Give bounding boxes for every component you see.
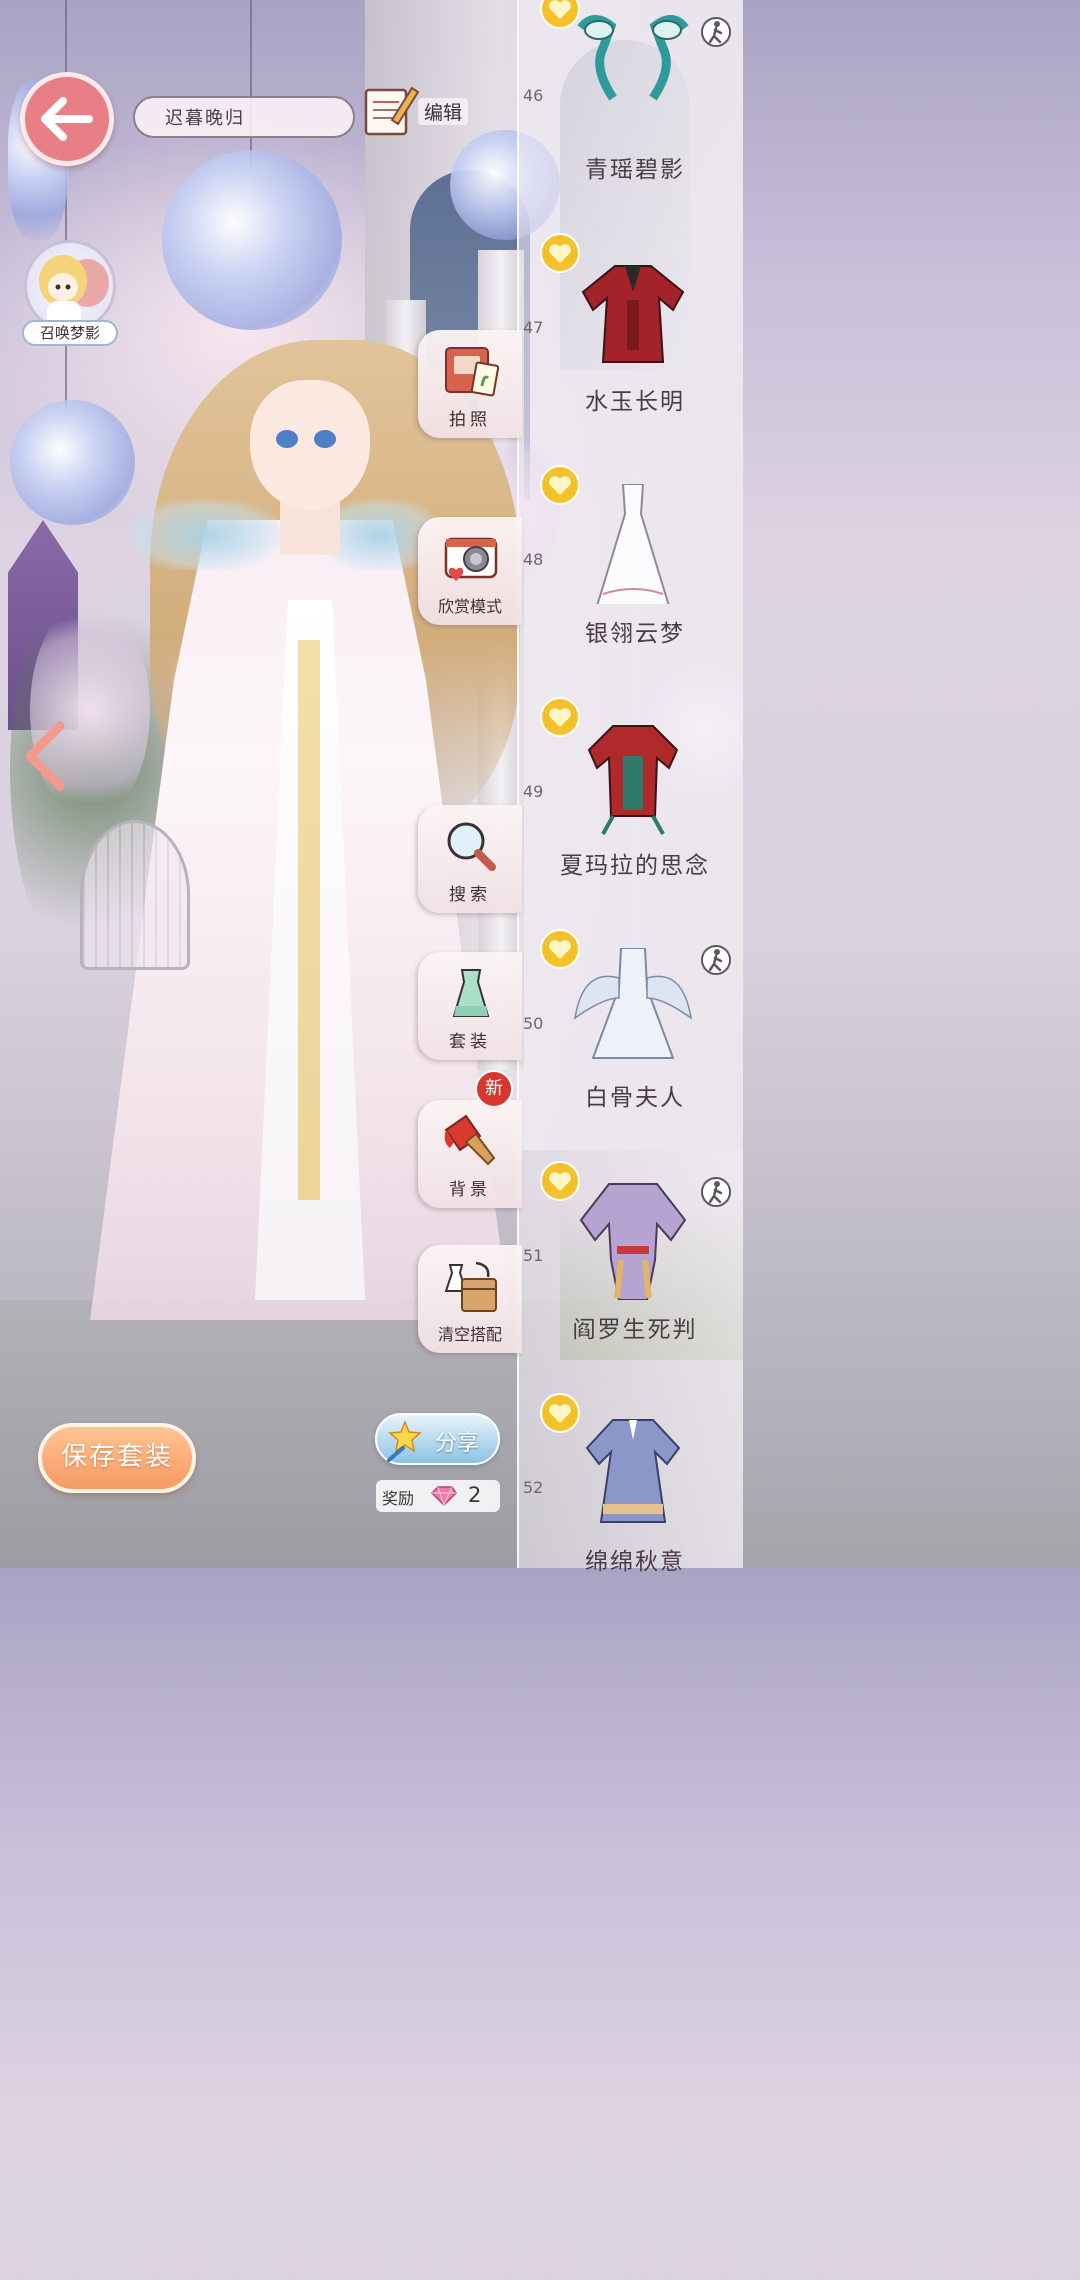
feather-shawl	[130, 500, 280, 570]
winged-dress-art-icon	[573, 948, 693, 1059]
outfit-item-52[interactable]: 52 绵绵秋意	[517, 1392, 743, 1624]
photo-album-icon	[445, 347, 500, 397]
edit-button[interactable]: 编辑	[362, 80, 472, 140]
appreciation-mode-button[interactable]: 欣赏模式	[418, 517, 522, 625]
previous-arrow[interactable]	[20, 720, 68, 792]
appreciation-mode-label: 欣赏模式	[437, 597, 502, 616]
item-number: 47	[523, 318, 544, 337]
flower-orb	[10, 400, 135, 525]
motion-icon	[701, 945, 731, 975]
outfit-name-text: 迟暮晚归	[165, 108, 245, 129]
outfit-item-46[interactable]: 46 青瑶碧影	[517, 0, 743, 232]
outfit-name-field[interactable]: 迟暮晚归	[133, 96, 355, 138]
blue-dress-art-icon	[585, 1419, 681, 1523]
dress-ribbon	[298, 640, 320, 1200]
background-label: 背景	[449, 1180, 491, 1200]
back-button[interactable]	[20, 72, 114, 166]
character-eye	[276, 430, 298, 448]
clear-outfit-icon	[444, 1261, 497, 1312]
chibi-avatar-icon	[39, 255, 109, 329]
motion-icon	[701, 17, 731, 47]
share-reward: 奖励 2	[376, 1480, 500, 1512]
red-robe-art-icon	[587, 725, 679, 835]
outfit-icon	[452, 969, 490, 1017]
background-button[interactable]: 背景	[418, 1100, 522, 1208]
item-name: 绵绵秋意	[585, 1549, 685, 1575]
outfit-item-47[interactable]: 47 水玉长明	[517, 232, 743, 464]
item-name: 水玉长明	[585, 389, 685, 415]
new-badge: 新	[475, 1070, 513, 1108]
search-button[interactable]: 搜索	[418, 805, 522, 913]
item-number: 49	[523, 782, 544, 801]
item-name: 白骨夫人	[585, 1085, 685, 1111]
edit-label: 编辑	[418, 98, 469, 125]
star-wand-icon	[387, 1419, 422, 1462]
chevron-left-icon	[25, 721, 65, 791]
save-outfit-button[interactable]: 保存套装	[38, 1423, 196, 1493]
birdcage	[80, 820, 190, 970]
item-name: 银翎云梦	[585, 621, 685, 647]
outfit-set-label: 套装	[449, 1032, 491, 1052]
item-name: 阎罗生死判	[572, 1317, 698, 1343]
item-name: 夏玛拉的思念	[560, 853, 710, 879]
arrow-left-icon	[41, 97, 93, 141]
summon-label: 召唤梦影	[22, 320, 118, 346]
flower-orb	[162, 150, 342, 330]
reward-count: 2	[468, 1483, 482, 1507]
photo-button[interactable]: 拍照	[418, 330, 522, 438]
summon-button[interactable]: 召唤梦影	[20, 240, 120, 350]
white-gown-art-icon	[596, 484, 670, 604]
item-number: 50	[523, 1014, 544, 1033]
item-number: 51	[523, 1246, 544, 1265]
outfit-set-button[interactable]: 套装	[418, 952, 522, 1060]
notebook-pencil-icon	[364, 86, 420, 136]
share-button[interactable]: 分享	[375, 1413, 500, 1465]
magnifier-icon	[447, 822, 496, 871]
character-face	[250, 380, 370, 510]
red-dress-art-icon	[581, 265, 685, 363]
purple-robe-art-icon	[579, 1183, 687, 1300]
item-number: 46	[523, 86, 544, 105]
character-eye	[314, 430, 336, 448]
armguard-art-icon	[577, 15, 689, 101]
outfit-item-48[interactable]: 48 银翎云梦	[517, 464, 743, 696]
item-number: 48	[523, 550, 544, 569]
item-number: 52	[523, 1478, 544, 1497]
motion-icon	[701, 1177, 731, 1207]
item-name: 青瑶碧影	[585, 157, 685, 183]
diamond-icon	[430, 1486, 457, 1507]
search-label: 搜索	[449, 885, 491, 905]
reward-label: 奖励	[382, 1489, 415, 1508]
outfit-item-51[interactable]: 51 阎罗生死判	[517, 1160, 743, 1392]
photo-label: 拍照	[449, 410, 491, 430]
camera-icon	[444, 537, 498, 581]
share-label: 分享	[435, 1431, 480, 1456]
orb-string	[250, 0, 252, 170]
clear-outfit-label: 清空搭配	[437, 1325, 502, 1344]
summon-avatar	[24, 240, 116, 332]
outfit-item-49[interactable]: 49 夏玛拉的思念	[517, 696, 743, 928]
paintbrush-icon	[444, 1114, 496, 1166]
outfit-item-50[interactable]: 50 白骨夫人	[517, 928, 743, 1160]
clear-outfit-button[interactable]: 清空搭配	[418, 1245, 522, 1353]
